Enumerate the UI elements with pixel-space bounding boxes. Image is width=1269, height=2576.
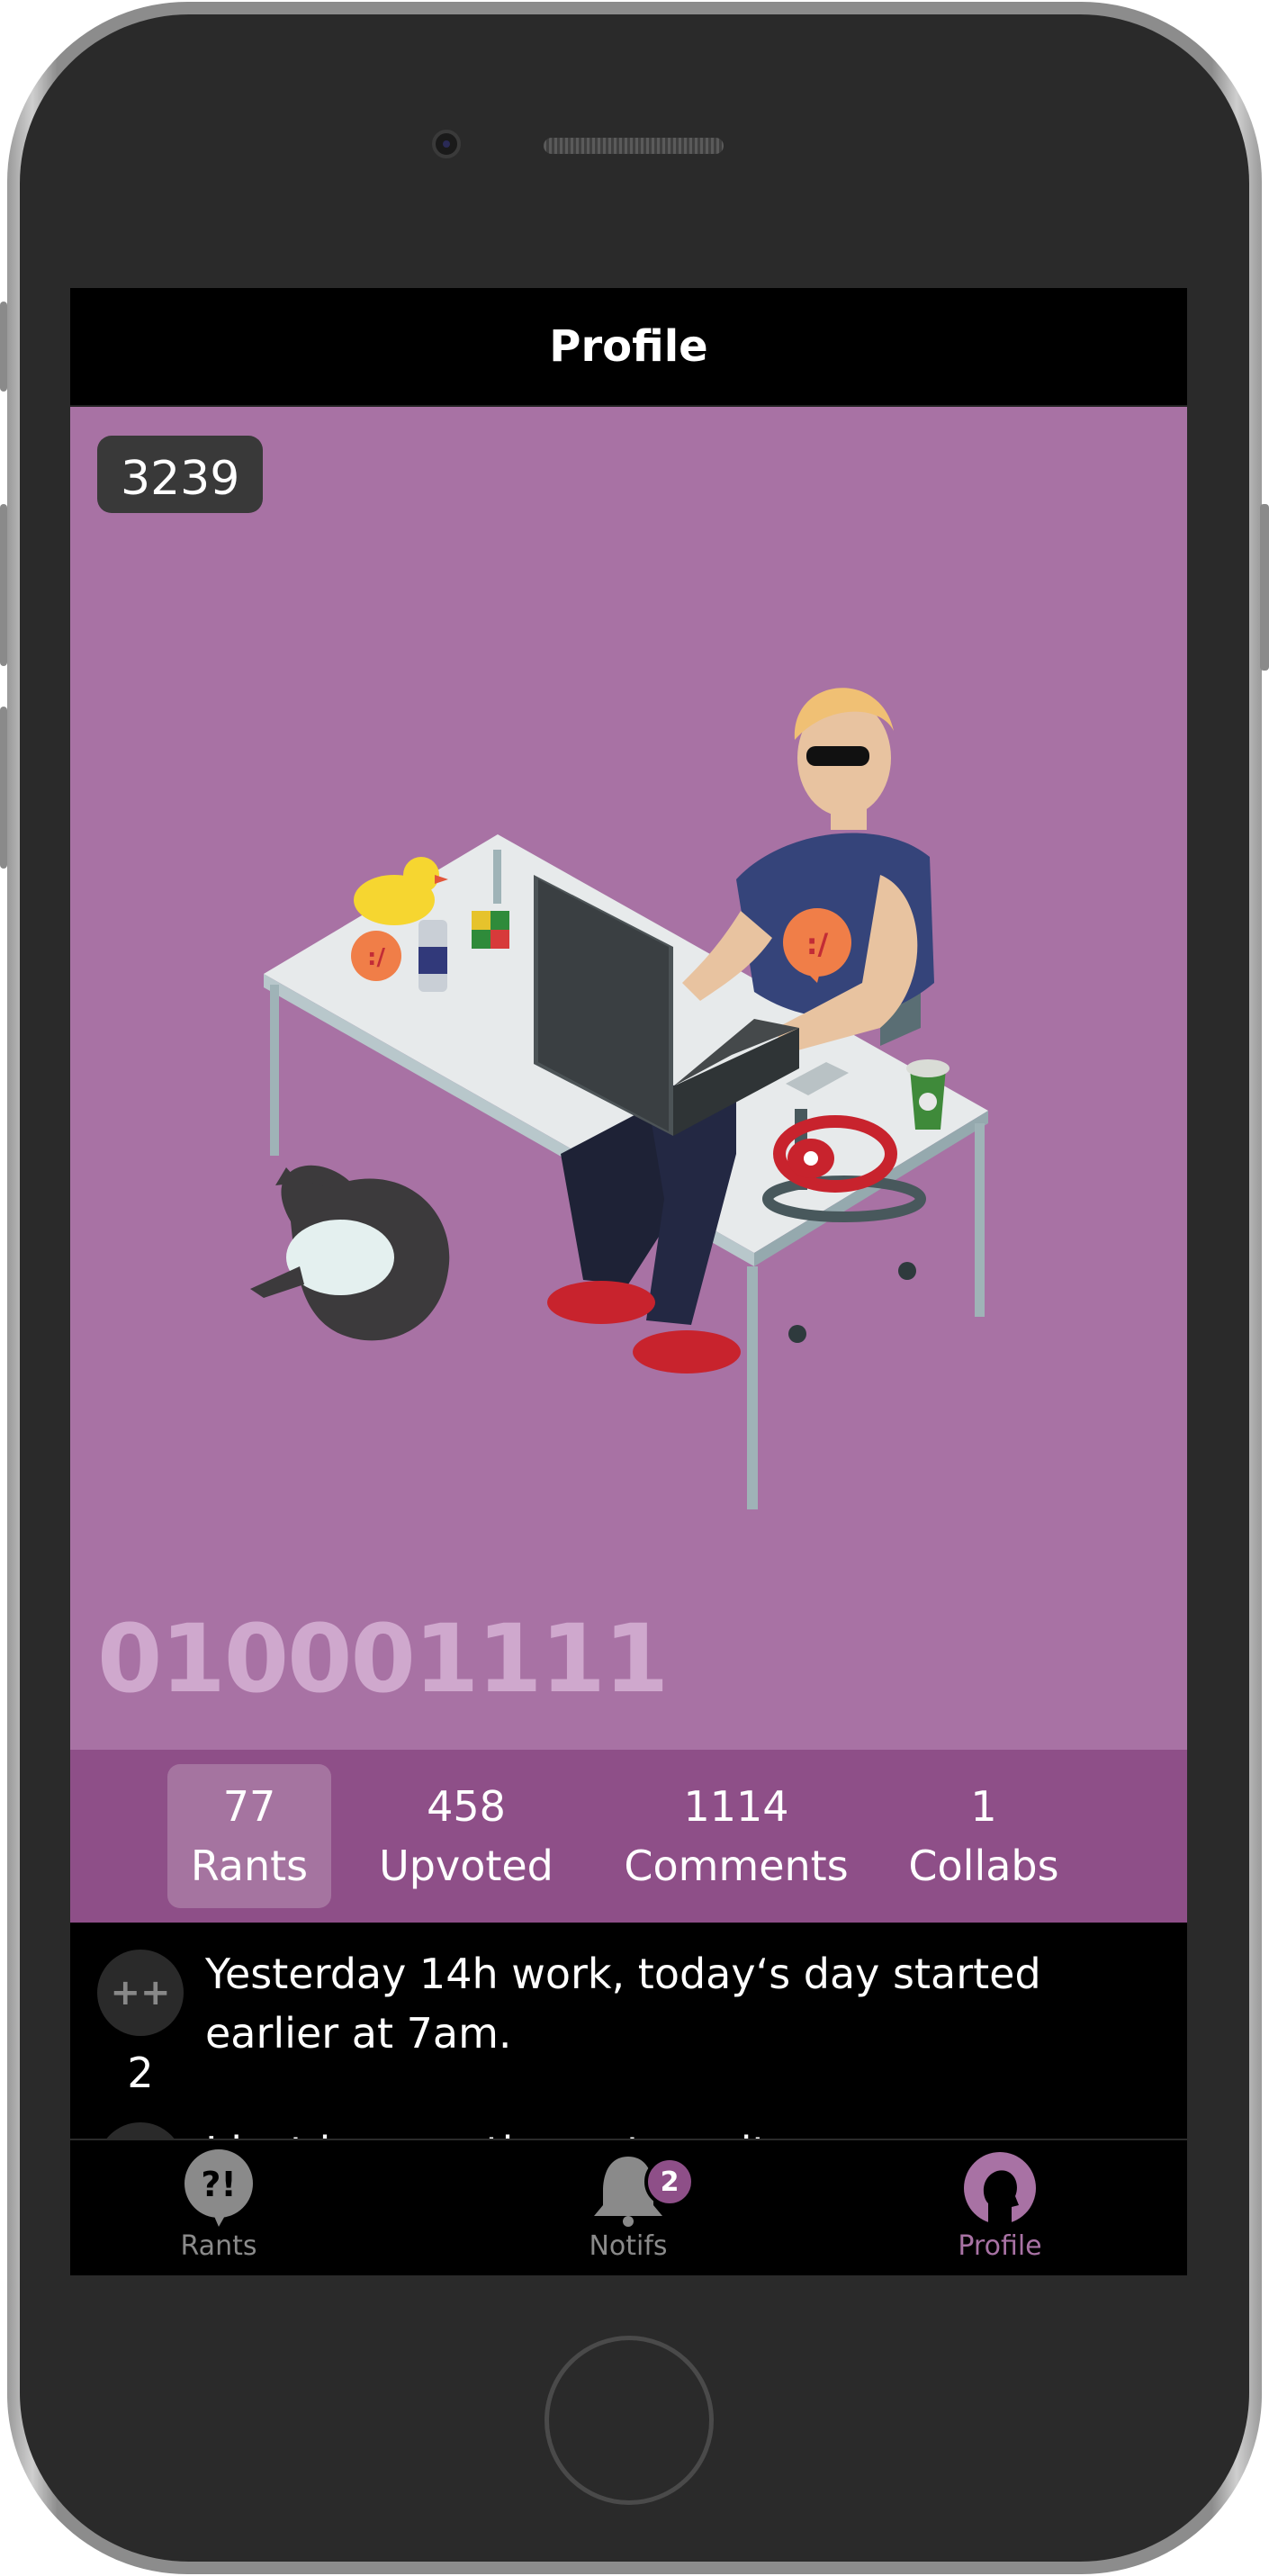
notification-count-badge: 2 [644, 2157, 695, 2207]
score-badge: 3239 [97, 436, 264, 513]
stat-value: 77 [222, 1782, 276, 1831]
stat-label: Collabs [908, 1842, 1059, 1890]
profile-header: :/ :/ 3239 010001111 [70, 407, 1187, 1750]
volume-up-button [0, 504, 7, 666]
username: 010001111 [97, 1604, 669, 1714]
bottom-tab-bar: ?! Rants Notifs 2 Profile [70, 2139, 1187, 2275]
stat-label: Comments [624, 1842, 849, 1890]
upvote-button[interactable] [97, 2122, 184, 2139]
earpiece-speaker [544, 138, 724, 154]
front-camera [432, 130, 461, 158]
stat-tab-comments[interactable]: 1114 Comments [615, 1764, 858, 1908]
stat-value: 1 [970, 1782, 997, 1831]
stat-label: Upvoted [379, 1842, 554, 1890]
upvote-button[interactable]: ++ [97, 1950, 184, 2036]
svg-text::/: :/ [367, 944, 385, 971]
tab-profile[interactable]: Profile [892, 2149, 1108, 2262]
stat-tab-upvoted[interactable]: 458 Upvoted [367, 1764, 565, 1908]
developer-avatar-illustration: :/ :/ [250, 688, 988, 1509]
page-title: Profile [70, 288, 1187, 407]
rant-text[interactable]: Yesterday 14h work, today‘s day started … [205, 1944, 1159, 2063]
tab-label: Rants [180, 2230, 257, 2262]
tab-label: Profile [958, 2230, 1042, 2262]
power-button [1260, 504, 1269, 671]
svg-text::/: :/ [806, 927, 829, 961]
rants-bubble-icon: ?! [184, 2149, 253, 2227]
home-button[interactable] [544, 2336, 714, 2505]
profile-stats-tabs: 77 Rants 458 Upvoted 1114 Comments 1 Col… [70, 1750, 1187, 1923]
tab-notifs[interactable]: Notifs 2 [520, 2149, 736, 2262]
tab-rants[interactable]: ?! Rants [111, 2149, 327, 2262]
app-screen: Profile :/:/ 3239 010001111 77 Rants 45… [70, 288, 1187, 2275]
rant-feed: ++ 2 Yesterday 14h work, today‘s day sta… [70, 1923, 1187, 2139]
stat-tab-rants[interactable]: 77 Rants [167, 1764, 331, 1908]
stat-tab-collabs[interactable]: 1 Collabs [907, 1764, 1060, 1908]
volume-down-button [0, 707, 7, 869]
mute-switch [0, 302, 7, 392]
stat-value: 1114 [683, 1782, 789, 1831]
rant-text[interactable]: I just have patience to wait… [205, 2122, 1159, 2139]
profile-head-icon [964, 2152, 1036, 2227]
tab-label: Notifs [589, 2230, 668, 2262]
svg-text:?!: ?! [201, 2165, 236, 2204]
vote-count: 2 [127, 2049, 154, 2097]
stat-value: 458 [427, 1782, 506, 1831]
stat-label: Rants [190, 1842, 309, 1890]
